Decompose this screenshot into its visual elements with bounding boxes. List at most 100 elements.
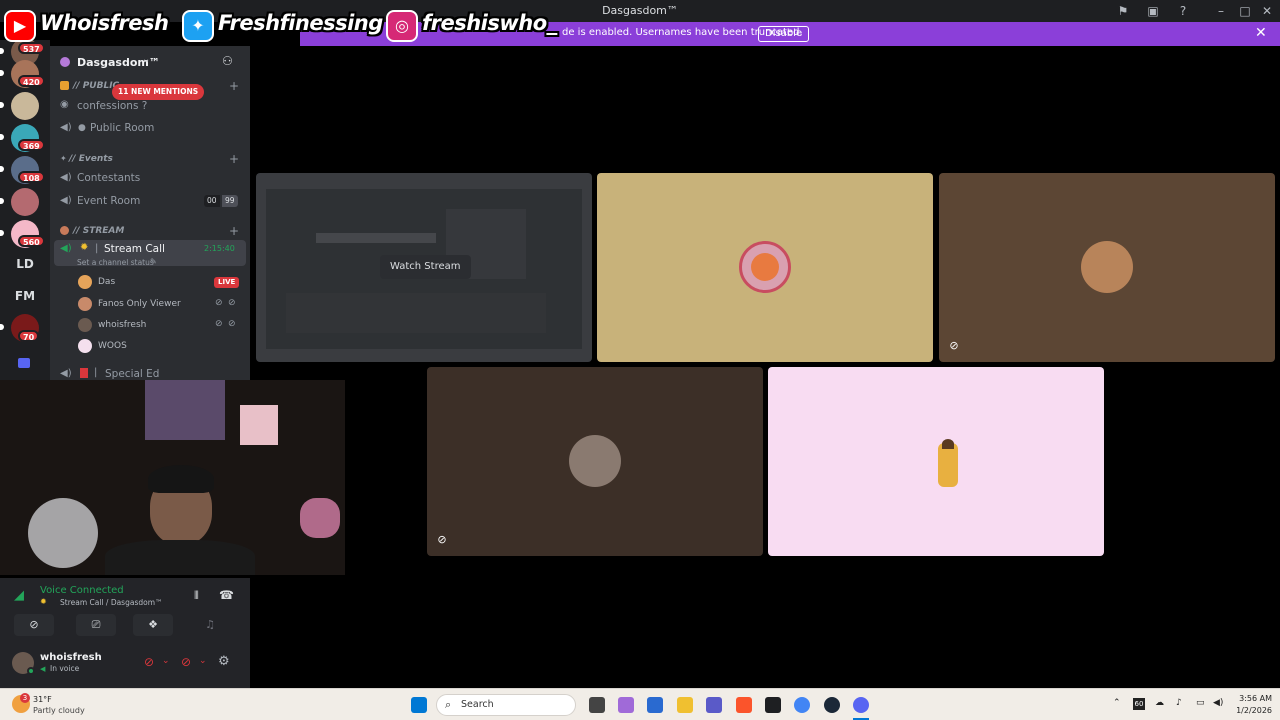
close-window-icon[interactable]: ✕: [1258, 3, 1276, 19]
task-view-icon[interactable]: [589, 697, 605, 713]
clock-date: 1/2/2026: [1236, 706, 1272, 715]
tray-app-box[interactable]: 60: [1133, 698, 1145, 710]
volume-icon[interactable]: ◀): [1213, 698, 1223, 708]
stream-preview-detail: [316, 233, 436, 243]
help-icon[interactable]: ?: [1174, 3, 1192, 19]
maximize-icon[interactable]: □: [1236, 3, 1254, 19]
pencil-icon[interactable]: ✎: [150, 257, 157, 266]
participant-tile[interactable]: [597, 173, 933, 362]
copilot-icon[interactable]: [618, 697, 634, 713]
participant-tile[interactable]: ⊘: [427, 367, 763, 556]
disable-button[interactable]: Disable: [758, 26, 810, 42]
screen-icon[interactable]: ▣: [1144, 3, 1162, 19]
avatar-figure: [751, 253, 779, 281]
add-channel-icon[interactable]: +: [229, 152, 239, 166]
speaker-icon: ◀): [60, 172, 72, 183]
teams-icon[interactable]: [706, 697, 722, 713]
soundboard-icon[interactable]: ♫: [190, 614, 230, 636]
chrome-icon[interactable]: [794, 697, 810, 713]
channel-public-room[interactable]: Public Room: [90, 122, 154, 134]
speaker-active-icon: ◀): [60, 243, 72, 254]
server-icon[interactable]: [11, 92, 39, 120]
avatar[interactable]: [78, 318, 92, 332]
close-notice-icon[interactable]: ✕: [1255, 25, 1267, 41]
signal-icon[interactable]: ◢: [14, 588, 24, 603]
sparkle-icon: ✦: [60, 154, 67, 163]
voice-location[interactable]: Stream Call / Dasgasdom™: [60, 598, 163, 607]
username[interactable]: whoisfresh: [40, 652, 102, 663]
category-stream[interactable]: // STREAM: [73, 226, 124, 236]
webcam-background: [300, 498, 340, 538]
channel-event-room[interactable]: Event Room: [77, 195, 140, 207]
clock[interactable]: 3:56 AM 1/2/2026: [1228, 693, 1272, 717]
category-events[interactable]: // Events: [69, 154, 113, 164]
add-channel-icon[interactable]: +: [229, 224, 239, 238]
unread-pill: [0, 166, 4, 172]
twitter-handle: Freshfinessing: [218, 11, 383, 35]
deafen-icon[interactable]: ⊘: [181, 655, 191, 669]
mic-muted-icon[interactable]: ⊘: [144, 655, 154, 669]
settings-gear-icon[interactable]: ⚙: [218, 654, 230, 669]
channel-special-ed[interactable]: Special Ed: [105, 368, 159, 380]
stream-call-label[interactable]: Stream Call: [104, 243, 165, 255]
watch-stream-button[interactable]: Watch Stream: [380, 255, 471, 279]
mic-icon[interactable]: ♪: [1176, 698, 1182, 708]
chevron-down-icon[interactable]: ⌄: [142, 54, 150, 65]
app-icon[interactable]: [765, 697, 781, 713]
brave-icon[interactable]: [736, 697, 752, 713]
user-status: In voice: [50, 664, 80, 673]
tray-chevron-icon[interactable]: ⌃: [1113, 698, 1121, 708]
streamer-body: [105, 540, 255, 575]
steam-icon[interactable]: [824, 697, 840, 713]
member-name[interactable]: whoisfresh: [98, 320, 146, 330]
noise-suppression-icon[interactable]: ⦀: [194, 589, 199, 603]
new-mentions-pill[interactable]: 11 NEW MENTIONS: [112, 84, 205, 100]
search-label: Search: [461, 699, 494, 710]
store-icon[interactable]: [647, 697, 663, 713]
channel-confessions[interactable]: confessions ?: [77, 100, 147, 112]
inbox-icon[interactable]: ⚑: [1114, 3, 1132, 19]
chevron-down-icon[interactable]: ⌄: [199, 656, 207, 666]
folder-icon[interactable]: [18, 358, 30, 368]
member-name[interactable]: Fanos Only Viewer: [98, 299, 181, 309]
camera-toggle-icon[interactable]: ⊘: [14, 614, 54, 636]
server-ld[interactable]: LD: [10, 257, 40, 271]
avatar[interactable]: [78, 339, 92, 353]
member-name[interactable]: WOOS: [98, 341, 127, 351]
file-explorer-icon[interactable]: [677, 697, 693, 713]
stream-tile[interactable]: Watch Stream: [256, 173, 592, 362]
avatar[interactable]: [78, 275, 92, 289]
lock-icon: [60, 81, 69, 90]
server-icon[interactable]: [11, 188, 39, 216]
disconnect-icon[interactable]: ☎: [219, 588, 234, 602]
avatar[interactable]: [78, 297, 92, 311]
sun-icon: ✹: [80, 242, 89, 253]
add-channel-icon[interactable]: +: [229, 79, 239, 93]
forum-icon: ◉: [60, 99, 69, 110]
stream-category-icon: [60, 226, 69, 235]
network-icon[interactable]: ▭: [1196, 698, 1205, 708]
chevron-down-icon[interactable]: ⌄: [162, 656, 170, 666]
chat-bubble-icon: ●: [78, 123, 86, 133]
channel-contestants[interactable]: Contestants: [77, 172, 140, 184]
screen-share-icon[interactable]: ⎚: [76, 614, 116, 636]
server-rail: 537 420 369 108 560 LD FM 70: [0, 38, 50, 380]
participant-tile[interactable]: [768, 367, 1104, 556]
participant-tile[interactable]: ⊘: [939, 173, 1275, 362]
youtube-icon: ▶: [4, 10, 36, 42]
divider: |: [95, 243, 99, 254]
channel-status[interactable]: Set a channel status: [77, 258, 154, 267]
unread-pill: [0, 134, 4, 140]
discord-icon[interactable]: [853, 697, 869, 713]
unread-pill: [0, 102, 4, 108]
start-icon[interactable]: [411, 697, 427, 713]
activities-icon[interactable]: ❖: [133, 614, 173, 636]
speaker-icon: ◀): [60, 195, 72, 206]
server-fm[interactable]: FM: [10, 289, 40, 303]
member-name[interactable]: Das: [98, 277, 115, 287]
cloud-icon[interactable]: ☁: [1155, 698, 1164, 708]
taskbar-search[interactable]: ⌕ Search: [436, 694, 576, 716]
minimize-icon[interactable]: –: [1212, 3, 1230, 19]
invite-icon[interactable]: ⚇: [222, 54, 233, 68]
youtube-handle: Whoisfresh: [40, 11, 169, 35]
